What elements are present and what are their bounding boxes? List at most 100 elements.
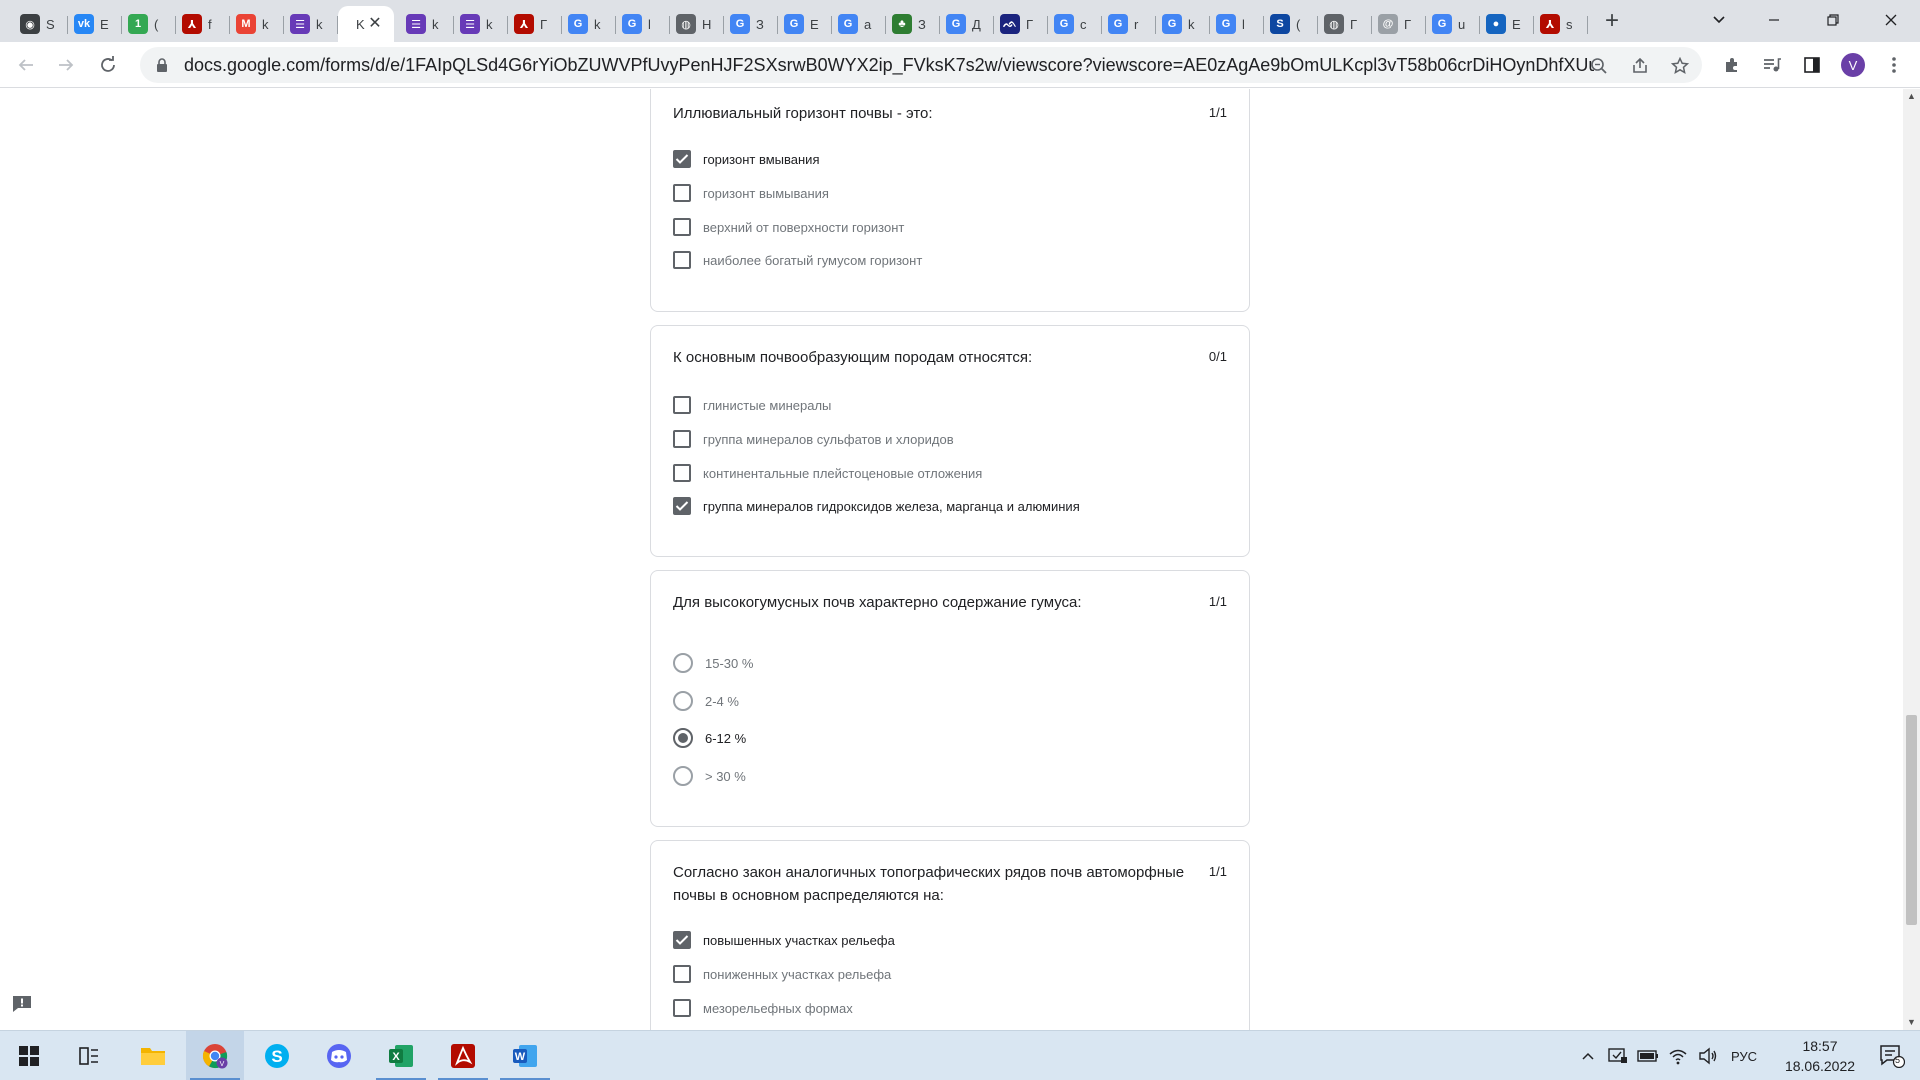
browser-tab[interactable]: GE	[778, 6, 832, 42]
word-app[interactable]: W	[496, 1031, 554, 1080]
tab-title: l	[648, 16, 651, 32]
browser-tab[interactable]: Gk	[562, 6, 616, 42]
google-icon: G	[1162, 14, 1182, 34]
wifi-icon[interactable]	[1664, 1031, 1692, 1080]
address-bar[interactable]: docs.google.com/forms/d/e/1FAIpQLSd4G6rY…	[140, 47, 1702, 83]
google-icon: G	[1432, 14, 1452, 34]
radio-icon	[673, 653, 693, 673]
volume-icon[interactable]	[1694, 1031, 1722, 1080]
browser-tab[interactable]: vk E	[68, 6, 122, 42]
browser-tab[interactable]: ♣ З	[886, 6, 940, 42]
browser-tab[interactable]: ☰ k	[284, 6, 338, 42]
zoom-icon[interactable]	[1588, 55, 1610, 77]
back-icon[interactable]	[12, 51, 40, 79]
tab-title: u	[1458, 16, 1466, 32]
excel-app[interactable]: X	[372, 1031, 430, 1080]
browser-tab[interactable]: ☰ k	[400, 6, 454, 42]
browser-tab[interactable]: ◉ S	[14, 6, 68, 42]
minimize-icon[interactable]	[1747, 0, 1801, 40]
update-icon[interactable]	[1604, 1031, 1632, 1080]
browser-tab[interactable]: ⅄ Г	[508, 6, 562, 42]
bookmark-star-icon[interactable]	[1669, 55, 1691, 77]
option-row: верхний от поверхности горизонт	[673, 215, 904, 239]
tab-title: c	[1080, 16, 1087, 32]
pdf-icon: ⅄	[182, 14, 202, 34]
google-icon: G	[838, 14, 858, 34]
question-title: Для высокогумусных почв характерно содер…	[673, 594, 1082, 611]
browser-tab[interactable]: ᨒГ	[994, 6, 1048, 42]
media-control-icon[interactable]	[1761, 54, 1783, 76]
browser-tab[interactable]: ◍ Г	[1318, 6, 1372, 42]
browser-tab[interactable]: S(	[1264, 6, 1318, 42]
checkbox-icon	[673, 999, 691, 1017]
question-card: Согласно закон аналогичных топографическ…	[650, 840, 1250, 1030]
tab-title: s	[1566, 16, 1573, 32]
google-icon: G	[1108, 14, 1128, 34]
google-icon: G	[1216, 14, 1236, 34]
acrobat-app[interactable]	[434, 1031, 492, 1080]
tab-title: E	[1512, 16, 1521, 32]
language-indicator[interactable]: РУС	[1724, 1031, 1764, 1080]
browser-tab[interactable]: GД	[940, 6, 994, 42]
browser-tab[interactable]: ☰ k	[454, 6, 508, 42]
scrollbar-thumb[interactable]	[1906, 715, 1917, 925]
scroll-up-icon[interactable]: ▲	[1907, 91, 1916, 101]
share-icon[interactable]	[1629, 55, 1651, 77]
browser-tab[interactable]: @ Г	[1372, 6, 1426, 42]
browser-tab[interactable]: Gk	[1156, 6, 1210, 42]
side-panel-icon[interactable]	[1801, 54, 1823, 76]
url-text[interactable]: docs.google.com/forms/d/e/1FAIpQLSd4G6rY…	[184, 55, 1594, 76]
discord-app[interactable]	[310, 1031, 368, 1080]
tab-title: l	[1242, 16, 1245, 32]
green-badge-icon: 1	[128, 14, 148, 34]
start-button[interactable]	[0, 1031, 58, 1080]
page-scrollbar[interactable]: ▲ ▼	[1903, 89, 1920, 1030]
close-tab-icon[interactable]: ✕	[366, 15, 384, 33]
lock-icon[interactable]	[154, 57, 170, 73]
browser-tab[interactable]: ⅄ f	[176, 6, 230, 42]
browser-tab[interactable]: 1(	[122, 6, 176, 42]
close-window-icon[interactable]	[1864, 0, 1918, 40]
google-icon: G	[730, 14, 750, 34]
new-tab-button[interactable]: +	[1598, 8, 1626, 36]
notifications-button[interactable]: 5	[1872, 1031, 1912, 1080]
task-view-button[interactable]	[60, 1031, 118, 1080]
browser-tab[interactable]: Gl	[616, 6, 670, 42]
option-label: горизонт вмывания	[703, 151, 820, 167]
forward-icon[interactable]	[52, 51, 80, 79]
tab-title: r	[1134, 16, 1139, 32]
battery-icon[interactable]	[1634, 1031, 1662, 1080]
acrobat-icon	[451, 1044, 475, 1068]
extensions-icon[interactable]	[1721, 54, 1743, 76]
svg-text:S: S	[271, 1047, 282, 1066]
show-hidden-icons[interactable]	[1576, 1031, 1600, 1080]
restore-icon[interactable]	[1806, 0, 1860, 40]
question-score: 1/1	[1208, 864, 1227, 879]
option-label: мезорельефных формах	[703, 1000, 853, 1016]
profile-avatar[interactable]: V	[1841, 53, 1865, 77]
browser-tab[interactable]: Ga	[832, 6, 886, 42]
s-logo-icon: S	[1270, 14, 1290, 34]
tab-active[interactable]: K ✕	[338, 6, 394, 42]
browser-tab[interactable]: ⅄ s	[1534, 6, 1588, 42]
forms-icon: ☰	[460, 14, 480, 34]
browser-tab[interactable]: Gr	[1102, 6, 1156, 42]
browser-tab[interactable]: Gc	[1048, 6, 1102, 42]
menu-kebab-icon[interactable]	[1883, 54, 1905, 76]
tab-search-icon[interactable]	[1692, 0, 1746, 40]
browser-tab[interactable]: Gl	[1210, 6, 1264, 42]
feedback-icon[interactable]	[12, 995, 32, 1013]
scroll-down-icon[interactable]: ▼	[1907, 1017, 1916, 1027]
browser-tab[interactable]: GЗ	[724, 6, 778, 42]
system-clock[interactable]: 18:57 18.06.2022	[1770, 1036, 1870, 1076]
reload-icon[interactable]	[94, 51, 122, 79]
skype-app[interactable]: S	[248, 1031, 306, 1080]
file-explorer-app[interactable]	[124, 1031, 182, 1080]
browser-tab[interactable]: Mk	[230, 6, 284, 42]
option-row: повышенных участках рельефа	[673, 928, 895, 952]
browser-tab[interactable]: Gu	[1426, 6, 1480, 42]
browser-tab[interactable]: ◍ H	[670, 6, 724, 42]
option-label: континентальные плейстоценовые отложения	[703, 465, 983, 481]
chrome-app[interactable]: V	[186, 1031, 244, 1080]
browser-tab[interactable]: ● E	[1480, 6, 1534, 42]
